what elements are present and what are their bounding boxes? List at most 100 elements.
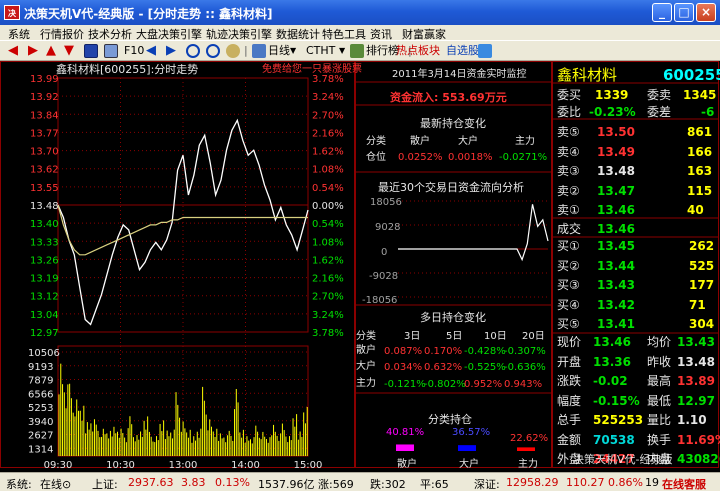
customer-service-link[interactable]: 在线客服 bbox=[662, 476, 706, 491]
percent-tick: 1.62% bbox=[312, 147, 344, 158]
bid-level-label: 买② bbox=[557, 258, 580, 273]
flow-tick: 9028 bbox=[375, 222, 401, 233]
flat-count: 平:65 bbox=[420, 478, 449, 491]
chevron-down-icon[interactable]: ▼ bbox=[339, 44, 345, 58]
back-icon[interactable]: ◀ bbox=[146, 44, 160, 58]
bid-price: 13.41 bbox=[597, 317, 635, 331]
stat-value: 13.36 bbox=[593, 354, 631, 369]
left-arrow-icon[interactable]: ◀ bbox=[8, 44, 22, 58]
promo-link[interactable]: 免费给您一只暴涨股票 bbox=[262, 64, 362, 75]
inflow-label: 资金流入: 553.69万元 bbox=[390, 92, 507, 103]
multi-row-value: 0.170% bbox=[424, 346, 463, 357]
flow-tick: -18056 bbox=[362, 295, 398, 306]
stat-value: 11.69% bbox=[677, 432, 720, 447]
price-tick: 13.84 bbox=[30, 110, 59, 121]
bid-volume: 177 bbox=[689, 278, 715, 292]
app-icon[interactable]: 决 bbox=[4, 5, 20, 20]
sh-percent: 0.13% bbox=[215, 476, 250, 489]
watchlist-button[interactable]: 自选股 bbox=[446, 44, 479, 58]
row-position: 仓位 bbox=[366, 152, 386, 163]
minimize-button[interactable]: _ bbox=[652, 3, 672, 22]
main-hold-pct: 22.62% bbox=[510, 433, 549, 444]
stat-label: 幅度 bbox=[557, 393, 582, 408]
multi-row-value: -0.525% bbox=[464, 362, 506, 373]
large-hold-label: 大户 bbox=[459, 459, 479, 470]
col-retail: 散户 bbox=[410, 136, 430, 147]
ctht-dropdown[interactable]: CTHT bbox=[306, 44, 335, 58]
keyboard-icon[interactable] bbox=[104, 44, 118, 58]
rank-icon[interactable] bbox=[350, 44, 364, 58]
flow-tick: 0 bbox=[381, 247, 388, 258]
multi-row-value: 0.952% bbox=[464, 379, 503, 390]
maximize-button[interactable]: □ bbox=[674, 3, 694, 22]
stat-label: 最低 bbox=[647, 393, 672, 408]
rank-button[interactable]: 排行榜 bbox=[366, 44, 399, 58]
up-arrow-icon[interactable]: ▲ bbox=[46, 44, 60, 58]
ask-price: 13.48 bbox=[597, 164, 635, 178]
right-arrow-icon[interactable]: ▶ bbox=[28, 44, 42, 58]
percent-tick: 0.00% bbox=[312, 201, 344, 212]
volume-tick: 9193 bbox=[28, 362, 53, 373]
price-tick: 13.99 bbox=[30, 74, 59, 85]
inflow-label-text: 资金流入: bbox=[390, 91, 439, 104]
price-tick: 13.12 bbox=[30, 292, 59, 303]
quote-label: 委比 bbox=[557, 105, 582, 119]
price-tick: 13.70 bbox=[30, 147, 59, 158]
percent-tick: 2.16% bbox=[312, 274, 344, 285]
percent-tick: 0.54% bbox=[312, 183, 344, 194]
quote-value: 1339 bbox=[595, 88, 629, 102]
main-hold-label: 主力 bbox=[518, 459, 538, 470]
percent-tick: 2.16% bbox=[312, 128, 344, 139]
down-arrow-icon[interactable]: ▼ bbox=[64, 44, 78, 58]
col-main: 主力 bbox=[515, 136, 535, 147]
stat-value: 13.43 bbox=[677, 335, 715, 349]
holding-bar bbox=[458, 445, 476, 451]
large-position: 0.0018% bbox=[448, 152, 493, 163]
stock-name: 鑫科材料 bbox=[557, 66, 618, 84]
average-price-line bbox=[57, 204, 308, 256]
zoom-out-icon[interactable] bbox=[206, 44, 220, 58]
daily-chart-icon[interactable] bbox=[252, 44, 266, 58]
sz-index: 12958.29 bbox=[506, 476, 559, 489]
ask-level-label: 卖③ bbox=[557, 164, 580, 178]
deal-price: 13.46 bbox=[597, 222, 635, 236]
grid-icon[interactable] bbox=[84, 44, 98, 58]
holdings-title: 分类持仓 bbox=[428, 413, 472, 426]
stat-value: 430826 bbox=[677, 452, 720, 466]
bid-price: 13.43 bbox=[597, 278, 635, 292]
percent-tick: 3.24% bbox=[312, 310, 344, 321]
price-tick: 13.40 bbox=[30, 219, 59, 230]
holding-bar bbox=[517, 447, 535, 451]
percent-tick: 1.62% bbox=[312, 255, 344, 266]
chart-header: 鑫科材料[600255]:分时走势 bbox=[56, 63, 199, 76]
chevron-down-icon[interactable]: ▼ bbox=[290, 44, 296, 58]
bid-level-label: 买③ bbox=[557, 278, 580, 292]
close-button[interactable]: × bbox=[696, 3, 716, 22]
hot-sectors-button[interactable]: 热点板块 bbox=[396, 44, 440, 58]
multi-row-value: -0.307% bbox=[504, 346, 546, 357]
pick-icon[interactable] bbox=[478, 44, 492, 58]
percent-tick: 2.70% bbox=[312, 110, 344, 121]
stat-value: 525253 bbox=[593, 413, 644, 427]
bid-price: 13.42 bbox=[597, 297, 635, 312]
ask-price: 13.49 bbox=[597, 144, 635, 159]
price-tick: 13.92 bbox=[30, 92, 59, 103]
col-large: 大户 bbox=[458, 136, 478, 147]
status-bar: 系统: 在线⊙ 上证: 2937.63 3.83 0.13% 1537.96亿 … bbox=[0, 472, 720, 491]
zoom-in-icon[interactable] bbox=[186, 44, 200, 58]
quote-label: 委买 bbox=[557, 88, 582, 102]
stat-value: 1.10 bbox=[677, 413, 707, 427]
forward-icon[interactable]: ▶ bbox=[166, 44, 180, 58]
ask-level-label: 卖④ bbox=[557, 144, 580, 159]
sh-label: 上证: bbox=[92, 478, 118, 491]
flow-title: 最近30个交易日资金流向分析 bbox=[378, 181, 524, 194]
period-dropdown[interactable]: 日线 bbox=[268, 44, 290, 58]
settings-icon[interactable] bbox=[226, 44, 240, 58]
bid-level-label: 买⑤ bbox=[557, 317, 580, 331]
online-status[interactable]: 在线⊙ bbox=[40, 476, 71, 491]
f10-button[interactable]: F10 bbox=[124, 44, 144, 58]
multi-row-value: 0.943% bbox=[504, 379, 543, 390]
quote-label: 委卖 bbox=[647, 88, 672, 102]
stat-label: 换手 bbox=[647, 432, 672, 447]
sh-index: 2937.63 bbox=[128, 476, 174, 489]
